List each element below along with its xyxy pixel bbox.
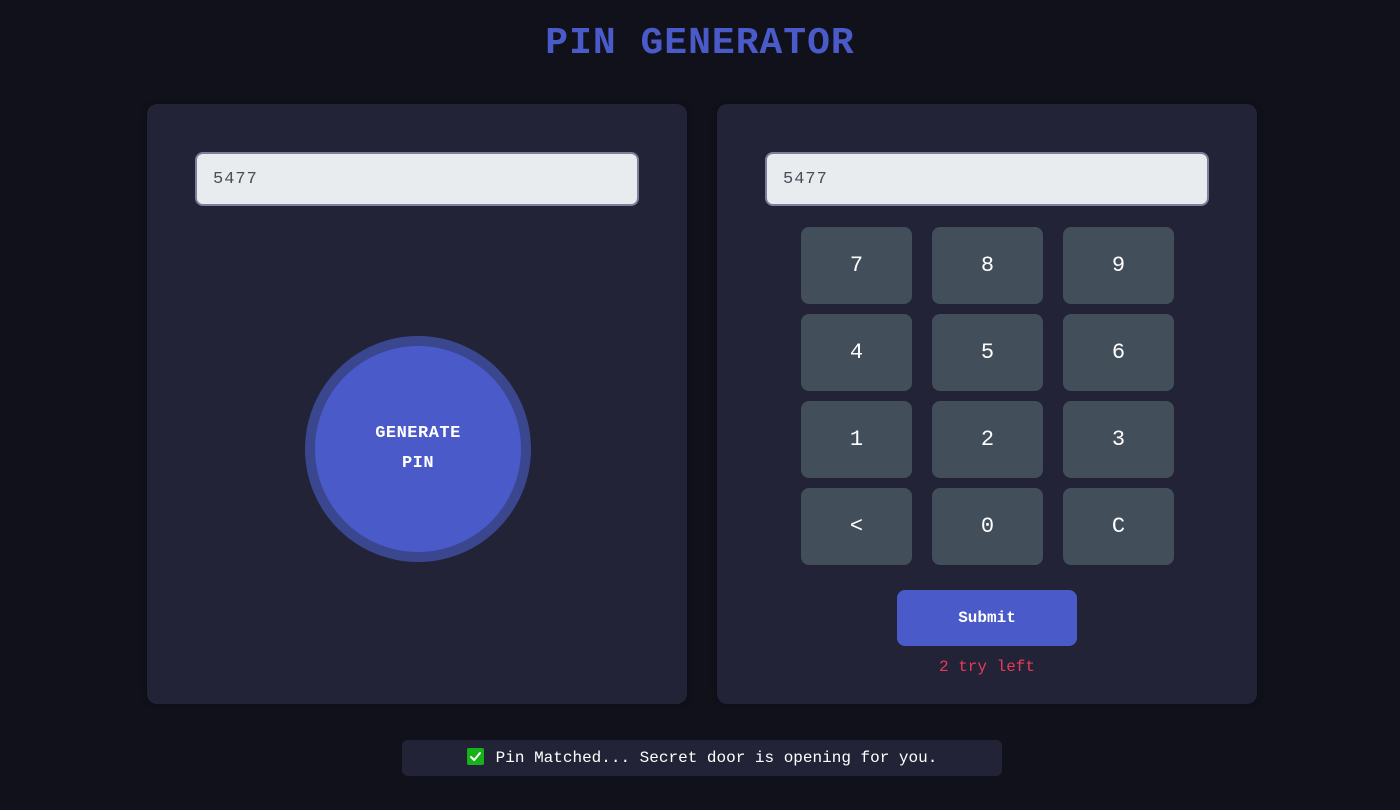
page-title: PIN GENERATOR bbox=[545, 22, 855, 65]
keypad: 7 8 9 4 5 6 1 2 3 < 0 C bbox=[801, 227, 1174, 565]
generate-pin-button[interactable]: GENERATE PIN bbox=[315, 346, 521, 552]
key-2[interactable]: 2 bbox=[932, 401, 1043, 478]
generator-panel: GENERATE PIN bbox=[147, 104, 687, 704]
key-6[interactable]: 6 bbox=[1063, 314, 1174, 391]
key-8[interactable]: 8 bbox=[932, 227, 1043, 304]
generate-button-ring: GENERATE PIN bbox=[305, 336, 531, 562]
key-clear[interactable]: C bbox=[1063, 488, 1174, 565]
match-notification: Pin Matched... Secret door is opening fo… bbox=[402, 740, 1002, 776]
key-5[interactable]: 5 bbox=[932, 314, 1043, 391]
app-root: PIN GENERATOR GENERATE PIN 7 8 9 4 5 6 1… bbox=[0, 0, 1400, 810]
tries-left-text: 2 try left bbox=[938, 658, 1035, 676]
key-4[interactable]: 4 bbox=[801, 314, 912, 391]
generate-button-label-line1: GENERATE bbox=[375, 424, 461, 443]
key-backspace[interactable]: < bbox=[801, 488, 912, 565]
key-7[interactable]: 7 bbox=[801, 227, 912, 304]
notification-message: Pin Matched... Secret door is opening fo… bbox=[495, 749, 938, 767]
submit-button[interactable]: Submit bbox=[897, 590, 1077, 646]
key-3[interactable]: 3 bbox=[1063, 401, 1174, 478]
key-1[interactable]: 1 bbox=[801, 401, 912, 478]
check-mark-icon bbox=[466, 747, 484, 765]
key-0[interactable]: 0 bbox=[932, 488, 1043, 565]
generated-pin-display[interactable] bbox=[195, 152, 639, 206]
verifier-panel: 7 8 9 4 5 6 1 2 3 < 0 C Submit 2 try lef… bbox=[717, 104, 1257, 704]
generate-button-label-line2: PIN bbox=[401, 454, 435, 473]
typed-pin-display[interactable] bbox=[765, 152, 1209, 206]
key-9[interactable]: 9 bbox=[1063, 227, 1174, 304]
